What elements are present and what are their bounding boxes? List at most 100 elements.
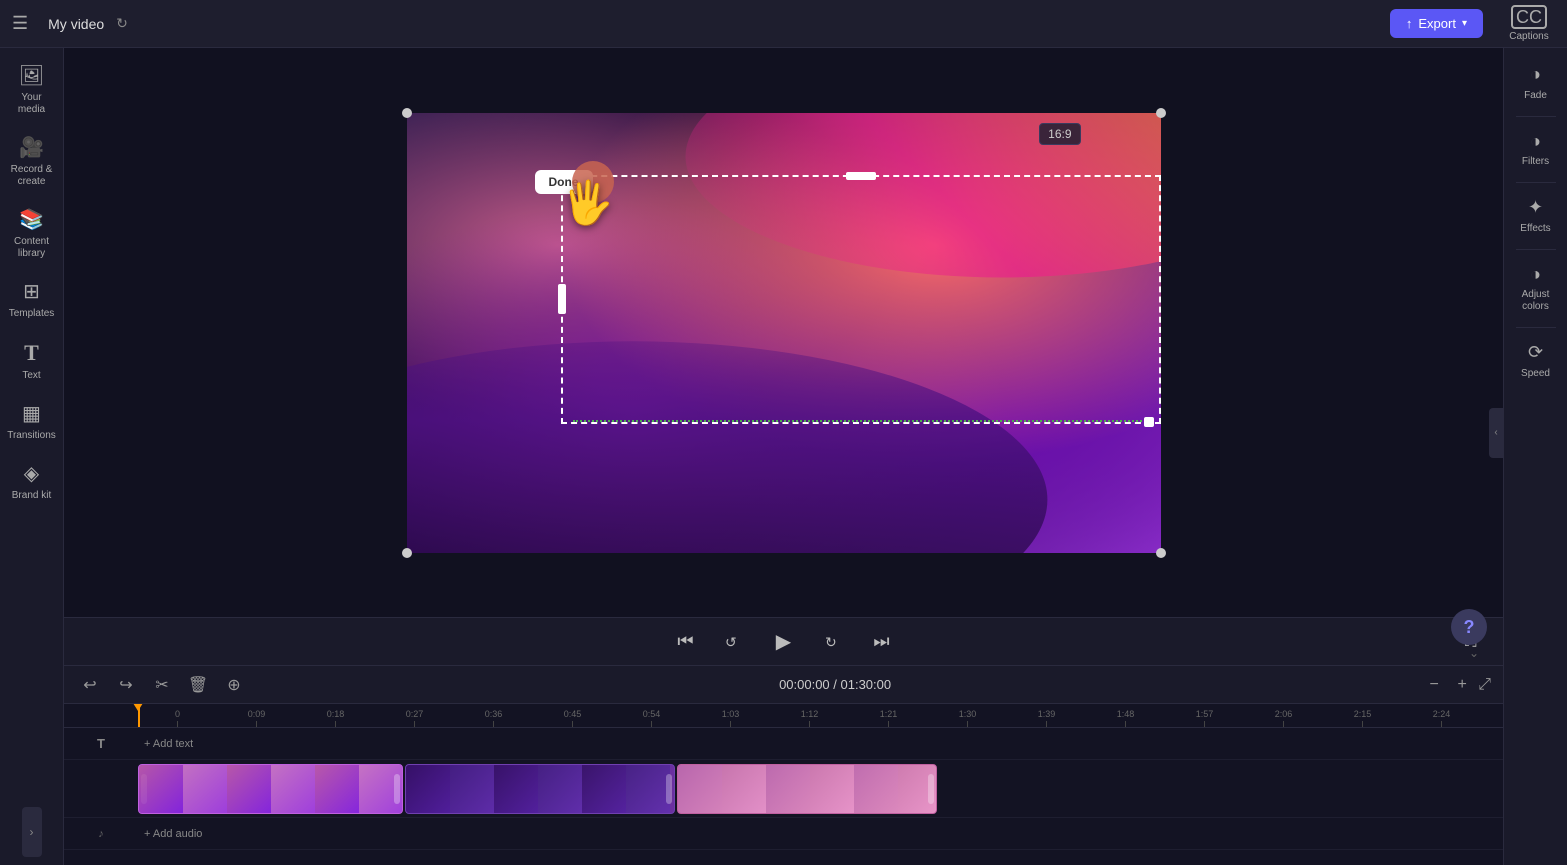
right-panel-filters[interactable]: ◑ Filters <box>1508 123 1564 177</box>
video-clip-2[interactable] <box>405 764 675 814</box>
ruler-mark-103: 1:03 <box>691 710 770 727</box>
zoom-in-button[interactable]: + <box>1450 673 1474 697</box>
left-sidebar: 🖼 Your media 🎥 Record &create 📚 Contentl… <box>0 48 64 865</box>
timeline-time: 00:00:00 / 01:30:00 <box>256 677 1414 692</box>
sidebar-collapse-button[interactable]: › <box>22 807 42 857</box>
sidebar-item-content-library[interactable]: 📚 Contentlibrary <box>4 200 60 268</box>
corner-handle-bl[interactable] <box>402 548 412 558</box>
video-canvas: Done 🖐 16:9 <box>407 113 1161 553</box>
ruler-mark-224: 2:24 <box>1402 710 1481 727</box>
done-button[interactable]: Done <box>535 170 593 194</box>
refresh-icon[interactable]: ↻ <box>116 15 128 32</box>
effects-icon: ✦ <box>1528 197 1543 219</box>
add-text-button[interactable]: + Add text <box>138 736 199 752</box>
add-to-timeline-button[interactable]: ⊕ <box>220 671 248 699</box>
ruler-mark-027: 0:27 <box>375 710 454 727</box>
ruler-marks: 0 0:09 0:18 0:27 0:36 0:45 0:54 1:03 1:1… <box>138 704 1481 727</box>
your-media-icon: 🖼 <box>19 64 44 88</box>
sidebar-item-templates[interactable]: ⊞ Templates <box>4 272 60 328</box>
sidebar-label-transitions: Transitions <box>7 430 56 442</box>
right-panel-collapse-button[interactable]: ‹ <box>1489 408 1503 458</box>
right-panel: ◑ Fade ◑ Filters ✦ Effects ◑ Adjustcolor… <box>1503 48 1567 865</box>
forward-button[interactable]: ↻ <box>818 626 850 658</box>
sidebar-label-content-library: Contentlibrary <box>14 236 49 260</box>
delete-button[interactable]: 🗑 <box>184 671 212 699</box>
chevron-down-area[interactable]: ⌄ <box>1469 646 1479 660</box>
export-chevron-icon: ▾ <box>1462 18 1467 29</box>
play-pause-button[interactable]: ▶ <box>766 624 802 660</box>
forward-icon: ↻ <box>825 633 843 651</box>
captions-button[interactable]: CC Captions <box>1503 5 1555 42</box>
clip-2-handle-right[interactable] <box>666 774 672 804</box>
clip-1-handle-right[interactable] <box>394 774 400 804</box>
project-title[interactable]: My video <box>48 16 104 32</box>
audio-track-content: + Add audio <box>138 818 1503 849</box>
ruler-mark-148: 1:48 <box>1086 710 1165 727</box>
adjust-colors-icon: ◑ <box>1530 264 1541 286</box>
video-frame <box>407 113 1161 553</box>
ruler-mark-215: 2:15 <box>1323 710 1402 727</box>
timeline-tracks: T + Add text <box>64 728 1503 865</box>
sidebar-label-record-create: Record &create <box>11 164 53 188</box>
skip-to-end-button[interactable]: ⏭ <box>866 626 898 658</box>
cut-button[interactable]: ✂ <box>148 671 176 699</box>
corner-handle-br[interactable] <box>1156 548 1166 558</box>
ruler-mark-206: 2:06 <box>1244 710 1323 727</box>
help-button[interactable]: ? <box>1451 609 1487 645</box>
rp-divider-3 <box>1516 249 1556 250</box>
text-icon: T <box>24 340 39 366</box>
video-clip-3[interactable] <box>677 764 937 814</box>
right-panel-speed[interactable]: ⟳ Speed <box>1508 334 1564 388</box>
right-panel-effects[interactable]: ✦ Effects <box>1508 189 1564 243</box>
video-track-content <box>138 760 1503 818</box>
text-track-icon: T <box>97 736 105 751</box>
export-icon: ↑ <box>1406 16 1413 31</box>
aspect-ratio-badge: 16:9 <box>1039 123 1080 145</box>
zoom-controls: − + ⤢ <box>1422 673 1491 697</box>
fade-icon: ◑ <box>1530 64 1541 86</box>
export-button[interactable]: ↑ Export ▾ <box>1390 9 1483 38</box>
text-track-label: T <box>64 736 138 751</box>
clip-3-handle-right[interactable] <box>928 774 934 804</box>
workspace: Done 🖐 16:9 ⏮ ↺ ▶ ↻ <box>64 48 1503 865</box>
sidebar-item-transitions[interactable]: ▦ Transitions <box>4 394 60 450</box>
sidebar-item-record-create[interactable]: 🎥 Record &create <box>4 128 60 196</box>
audio-track-icon: ♪ <box>98 828 104 840</box>
clip-1-thumbnails <box>139 765 402 813</box>
right-panel-fade[interactable]: ◑ Fade <box>1508 56 1564 110</box>
sidebar-label-templates: Templates <box>9 308 55 320</box>
rewind-button[interactable]: ↺ <box>718 626 750 658</box>
ruler-mark-018: 0:18 <box>296 710 375 727</box>
svg-text:↻: ↻ <box>825 634 837 650</box>
add-audio-button[interactable]: + Add audio <box>138 826 208 842</box>
corner-handle-tr[interactable] <box>1156 108 1166 118</box>
sidebar-item-your-media[interactable]: 🖼 Your media <box>4 56 60 124</box>
menu-icon[interactable]: ☰ <box>12 13 28 34</box>
rp-divider-1 <box>1516 116 1556 117</box>
video-clip-1[interactable] <box>138 764 403 814</box>
main-area: 🖼 Your media 🎥 Record &create 📚 Contentl… <box>0 48 1567 865</box>
captions-icon: CC <box>1511 5 1547 29</box>
skip-to-start-button[interactable]: ⏮ <box>670 626 702 658</box>
undo-button[interactable]: ↩ <box>76 671 104 699</box>
ruler-mark-045: 0:45 <box>533 710 612 727</box>
playhead[interactable] <box>138 704 140 727</box>
rp-divider-4 <box>1516 327 1556 328</box>
speed-icon: ⟳ <box>1528 342 1543 364</box>
filters-icon: ◑ <box>1530 131 1541 153</box>
redo-button[interactable]: ↪ <box>112 671 140 699</box>
ruler-mark-112: 1:12 <box>770 710 849 727</box>
zoom-out-button[interactable]: − <box>1422 673 1446 697</box>
sidebar-item-brand-kit[interactable]: ◈ Brand kit <box>4 454 60 510</box>
rewind-icon: ↺ <box>725 633 743 651</box>
record-create-icon: 🎥 <box>19 136 44 160</box>
adjust-colors-label: Adjustcolors <box>1522 289 1550 313</box>
speed-label: Speed <box>1521 368 1550 380</box>
expand-timeline-button[interactable]: ⤢ <box>1478 676 1491 694</box>
right-panel-adjust-colors[interactable]: ◑ Adjustcolors <box>1508 256 1564 322</box>
playhead-triangle <box>133 704 143 711</box>
video-track-row <box>64 760 1503 818</box>
video-preview: Done 🖐 16:9 <box>64 48 1503 617</box>
corner-handle-tl[interactable] <box>402 108 412 118</box>
sidebar-item-text[interactable]: T Text <box>4 332 60 390</box>
